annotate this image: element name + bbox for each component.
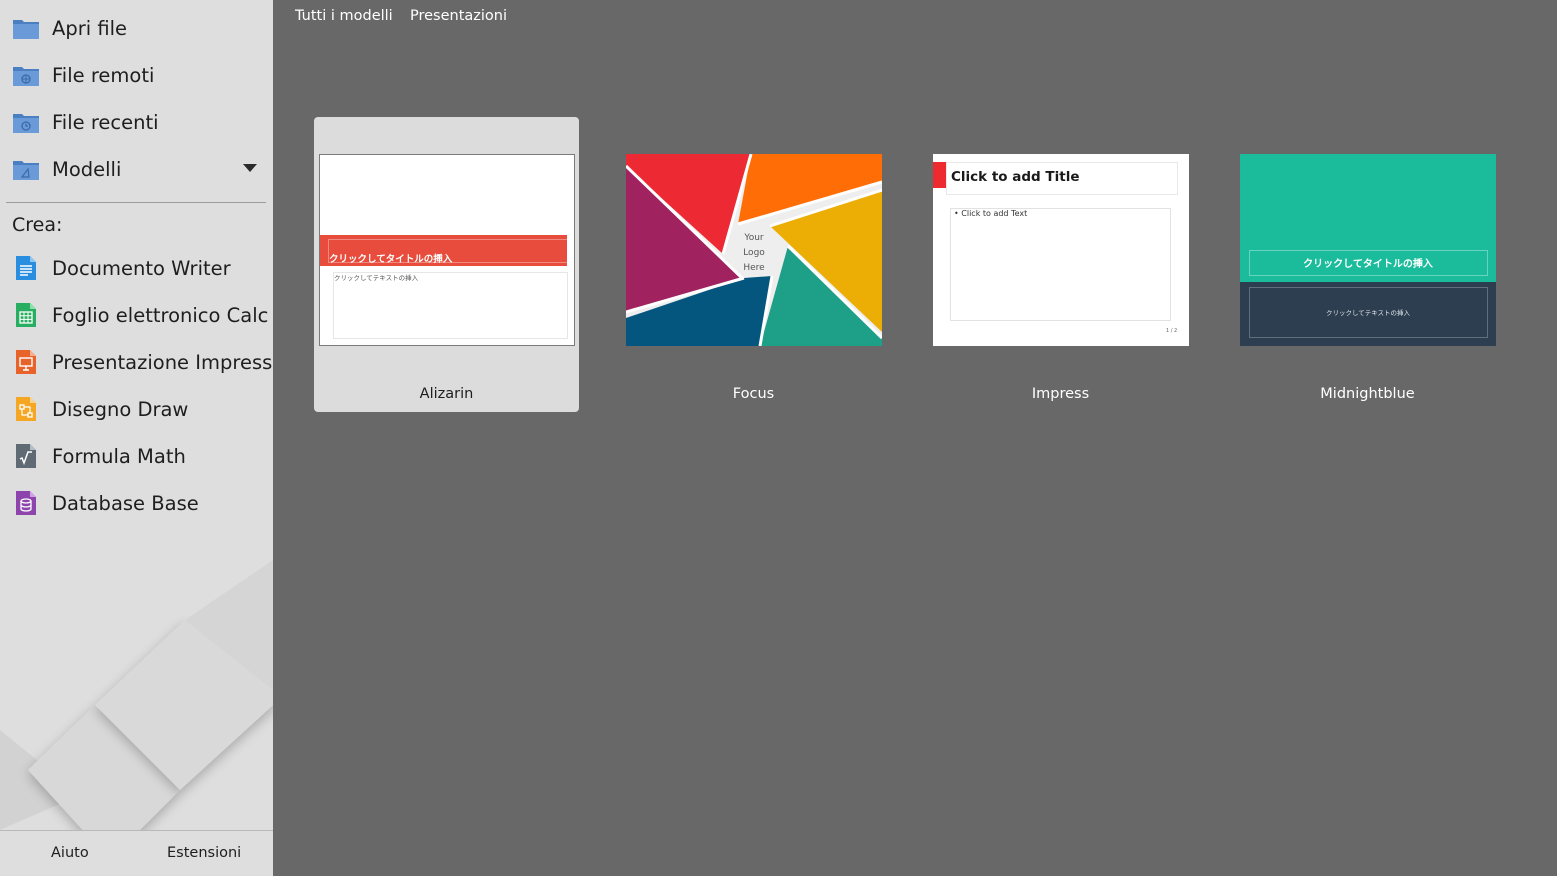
create-base-label: Database Base: [52, 491, 199, 515]
impress-title-text: Click to add Title: [951, 169, 1080, 185]
create-writer-button[interactable]: Documento Writer: [0, 246, 273, 290]
template-name: Midnightblue: [1320, 386, 1415, 402]
create-math-label: Formula Math: [52, 444, 186, 468]
templates-folder-icon: [13, 161, 39, 180]
alizarin-title-text: クリックしてタイトルの挿入: [329, 254, 453, 265]
template-focus[interactable]: Your Logo Here Focus: [621, 117, 886, 412]
create-draw-label: Disegno Draw: [52, 397, 189, 421]
create-heading: Crea:: [12, 214, 63, 236]
templates-button[interactable]: Modelli: [0, 147, 273, 191]
template-midnightblue[interactable]: クリックしてタイトルの挿入 クリックしてテキストの挿入 Midnightblue: [1235, 117, 1500, 412]
remote-folder-icon: [13, 67, 39, 86]
remote-files-label: File remoti: [52, 63, 155, 87]
calc-icon: [16, 303, 36, 327]
create-base-button[interactable]: Database Base: [0, 481, 273, 525]
recent-folder-icon: [13, 114, 39, 133]
writer-icon: [16, 256, 36, 280]
sidebar-bottom-divider: [0, 830, 273, 831]
focus-thumbnail: Your Logo Here: [626, 154, 882, 346]
create-calc-label: Foglio elettronico Calc: [52, 303, 269, 327]
midnightblue-body-text: クリックしてテキストの挿入: [1325, 309, 1411, 317]
alizarin-thumbnail: クリックしてタイトルの挿入 クリックしてテキストの挿入: [319, 154, 575, 346]
template-view: Tutti i modelli Presentazioni クリックしてタイトル…: [273, 0, 1557, 876]
focus-logo-line2: Logo: [743, 248, 765, 258]
recent-files-label: File recenti: [52, 110, 159, 134]
template-impress[interactable]: Click to add Title • Click to add Text 1…: [928, 117, 1193, 412]
open-file-button[interactable]: Apri file: [0, 6, 273, 50]
template-name: Focus: [732, 386, 775, 402]
template-alizarin[interactable]: クリックしてタイトルの挿入 クリックしてテキストの挿入 Alizarin: [314, 117, 579, 412]
filter-all-templates[interactable]: Tutti i modelli: [295, 8, 393, 24]
midnightblue-title-text: クリックしてタイトルの挿入: [1303, 259, 1433, 270]
base-icon: [16, 491, 36, 515]
sidebar-divider: [6, 202, 266, 203]
template-name: Impress: [1031, 386, 1090, 402]
templates-dropdown-arrow-icon[interactable]: [243, 164, 257, 172]
open-file-label: Apri file: [52, 16, 128, 40]
draw-icon: [16, 397, 36, 421]
create-impress-button[interactable]: Presentazione Impress: [0, 340, 273, 384]
create-math-button[interactable]: Formula Math: [0, 434, 273, 478]
create-calc-button[interactable]: Foglio elettronico Calc: [0, 293, 273, 337]
impress-page-number: 1 / 2: [1166, 328, 1178, 334]
alizarin-body-text: クリックしてテキストの挿入: [334, 274, 419, 282]
folder-icon: [13, 20, 39, 39]
create-impress-label: Presentazione Impress: [52, 350, 273, 374]
impress-icon: [16, 350, 36, 374]
help-button[interactable]: Aiuto: [51, 845, 89, 861]
templates-label: Modelli: [52, 157, 122, 181]
template-name: Alizarin: [419, 386, 474, 402]
focus-logo-line1: Your: [743, 233, 764, 243]
math-icon: [16, 444, 36, 468]
create-writer-label: Documento Writer: [52, 256, 231, 280]
midnightblue-thumbnail: クリックしてタイトルの挿入 クリックしてテキストの挿入: [1240, 154, 1496, 346]
impress-body-text: Click to add Text: [961, 209, 1028, 218]
impress-thumbnail: Click to add Title • Click to add Text 1…: [933, 154, 1189, 346]
filter-presentations[interactable]: Presentazioni: [410, 8, 507, 24]
recent-files-button[interactable]: File recenti: [0, 100, 273, 144]
create-draw-button[interactable]: Disegno Draw: [0, 387, 273, 431]
sidebar-decoration: [0, 560, 273, 830]
impress-red-accent: [933, 162, 946, 188]
extensions-button[interactable]: Estensioni: [167, 845, 241, 861]
focus-logo-line3: Here: [743, 263, 765, 273]
remote-files-button[interactable]: File remoti: [0, 53, 273, 97]
start-center-sidebar: Apri file File remoti File recenti Model…: [0, 0, 273, 876]
